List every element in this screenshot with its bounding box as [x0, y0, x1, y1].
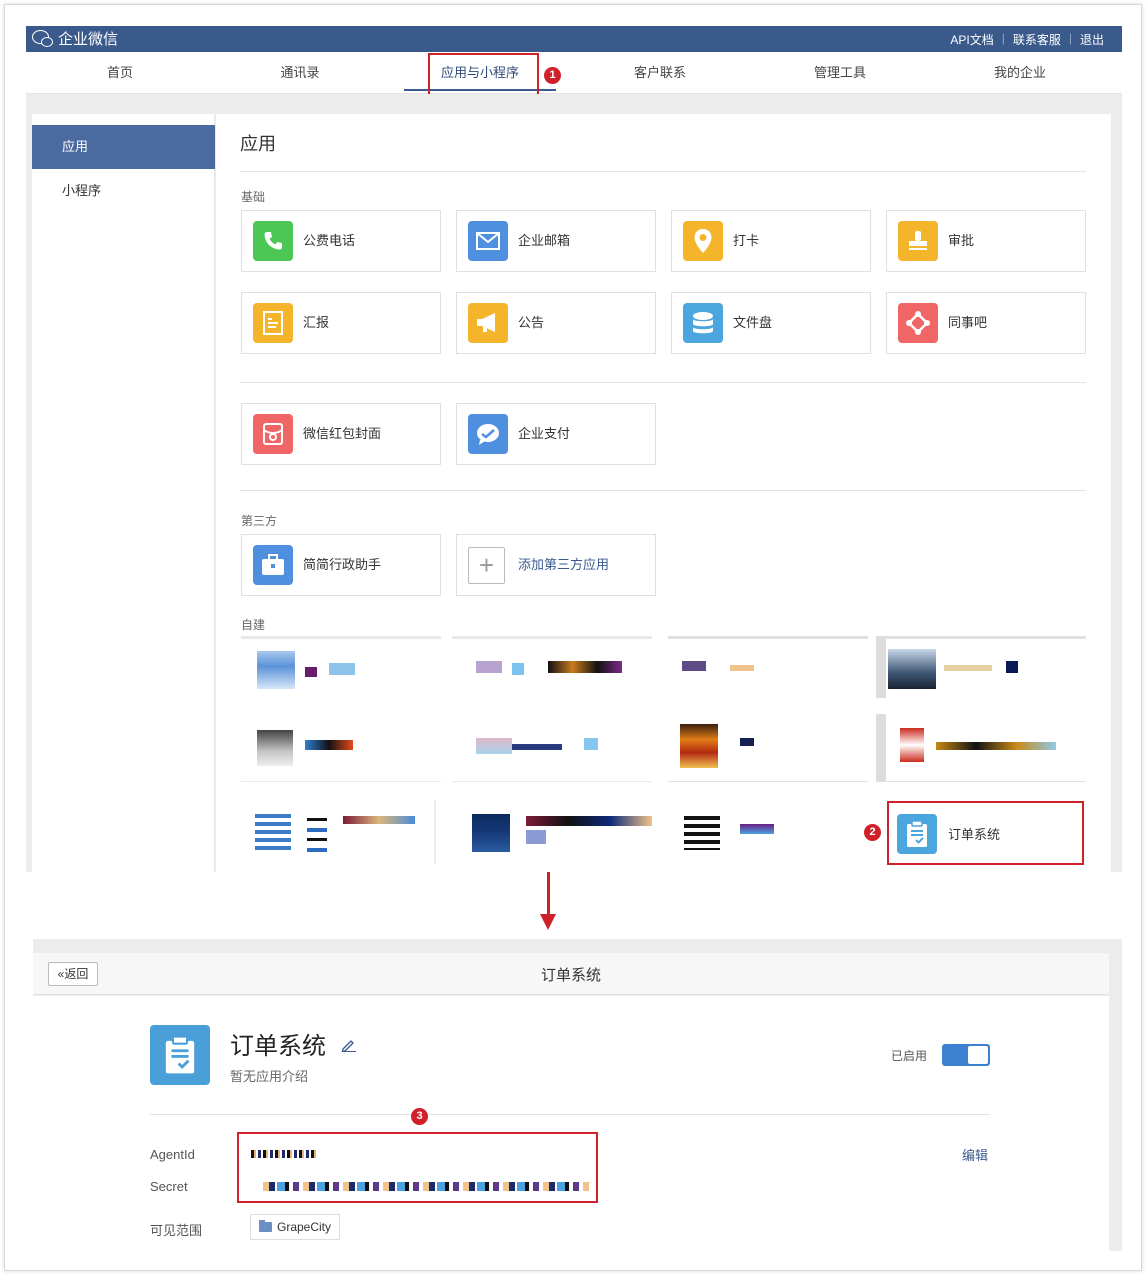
- app-card-phone[interactable]: 公费电话: [241, 210, 441, 272]
- red-packet-icon: [253, 414, 293, 454]
- nav-contacts[interactable]: 通讯录: [210, 52, 390, 94]
- detail-body: 订单系统 暂无应用介绍 已启用 AgentId Secret 编辑 可见范围 G…: [33, 996, 1109, 1251]
- app-label: 微信红包封面: [303, 426, 382, 441]
- logout-link[interactable]: 退出: [1072, 31, 1112, 48]
- blurred-app-card[interactable]: [241, 800, 441, 864]
- briefcase-icon: [253, 545, 293, 585]
- divider: [240, 382, 1086, 383]
- app-label: 同事吧: [948, 315, 988, 330]
- app-card-colleague-bar[interactable]: 同事吧: [886, 292, 1086, 354]
- arrow-down-icon: [547, 872, 550, 918]
- megaphone-icon: [468, 303, 508, 343]
- app-label: 企业支付: [518, 426, 571, 441]
- step-badge-1: 1: [544, 67, 561, 84]
- app-label: 汇报: [303, 315, 330, 330]
- plus-icon: +: [468, 547, 505, 584]
- app-card-admin-assistant[interactable]: 简简行政助手: [241, 534, 441, 596]
- app-card-report[interactable]: 汇报: [241, 292, 441, 354]
- app-card-red-packet[interactable]: 微信红包封面: [241, 403, 441, 465]
- wework-logo-icon: [32, 29, 54, 49]
- sidebar-item-apps[interactable]: 应用: [32, 125, 215, 169]
- app-label: 打卡: [733, 233, 760, 248]
- page-title: 应用: [240, 134, 276, 154]
- apps-content: 应用 基础 公费电话 企业邮箱 打卡 审批 汇报 公告 文件盘 同事吧 微信红包…: [216, 114, 1111, 872]
- app-card-checkin[interactable]: 打卡: [671, 210, 871, 272]
- app-label: 添加第三方应用: [518, 557, 610, 572]
- database-icon: [683, 303, 723, 343]
- divider: [240, 171, 1086, 172]
- blurred-app-card[interactable]: [668, 800, 868, 864]
- blurred-app-card[interactable]: [876, 714, 1086, 782]
- blurred-app-card[interactable]: [241, 636, 441, 698]
- detail-header-title: 订单系统: [540, 967, 601, 984]
- app-card-approval[interactable]: 审批: [886, 210, 1086, 272]
- blurred-app-card[interactable]: [452, 714, 652, 782]
- top-links: API文档 | 联系客服 | 退出: [942, 31, 1112, 48]
- highlight-box-order-system: [887, 801, 1084, 865]
- app-label: 企业邮箱: [518, 233, 571, 248]
- app-label: 公费电话: [303, 233, 356, 248]
- clipboard-icon: [150, 1025, 210, 1085]
- section-third-party-label: 第三方: [241, 514, 278, 528]
- blurred-app-card[interactable]: [668, 636, 868, 698]
- app-card-mail[interactable]: 企业邮箱: [456, 210, 656, 272]
- location-pin-icon: [683, 221, 723, 261]
- app-card-notice[interactable]: 公告: [456, 292, 656, 354]
- phone-icon: [253, 221, 293, 261]
- scope-label: 可见范围: [150, 1223, 203, 1238]
- app-name: 订单系统: [230, 1033, 326, 1060]
- toggle-knob: [968, 1046, 988, 1064]
- app-card-payment[interactable]: 企业支付: [456, 403, 656, 465]
- scope-value: GrapeCity: [277, 1220, 332, 1234]
- nav-tools[interactable]: 管理工具: [750, 52, 930, 94]
- section-basic-label: 基础: [241, 190, 266, 204]
- app-label: 公告: [518, 315, 545, 330]
- step-badge-2: 2: [864, 824, 881, 841]
- brand-name: 企业微信: [58, 31, 119, 48]
- status-label: 已启用: [891, 1049, 928, 1063]
- add-third-party-app-button[interactable]: + 添加第三方应用: [456, 534, 656, 596]
- mail-icon: [468, 221, 508, 261]
- app-label: 审批: [948, 233, 975, 248]
- nav-customer[interactable]: 客户联系: [570, 52, 750, 94]
- blurred-app-card[interactable]: [876, 636, 1086, 698]
- stamp-icon: [898, 221, 938, 261]
- section-custom-label: 自建: [241, 618, 266, 632]
- sidebar: 应用 小程序: [32, 114, 215, 872]
- scope-tag[interactable]: GrapeCity: [250, 1214, 341, 1240]
- nav-my-company[interactable]: 我的企业: [930, 52, 1110, 94]
- blurred-app-card[interactable]: [452, 636, 652, 698]
- report-icon: [253, 303, 293, 343]
- highlight-box-credentials: [237, 1132, 598, 1203]
- sidebar-item-mini-programs[interactable]: 小程序: [32, 169, 215, 213]
- divider: [150, 1114, 990, 1115]
- main-nav: 首页 通讯录 应用与小程序 客户联系 管理工具 我的企业: [26, 52, 1122, 94]
- enable-toggle[interactable]: [942, 1044, 990, 1066]
- contact-support-link[interactable]: 联系客服: [1005, 31, 1069, 48]
- app-label: 文件盘: [733, 315, 773, 330]
- brand: 企业微信: [32, 28, 118, 49]
- secret-label: Secret: [150, 1179, 188, 1194]
- highlight-box-nav: [428, 53, 539, 98]
- arrow-head-icon: [540, 914, 556, 930]
- detail-header: «返回 订单系统: [33, 953, 1109, 995]
- api-docs-link[interactable]: API文档: [942, 31, 1001, 48]
- folder-icon: [259, 1220, 272, 1232]
- top-bar: 企业微信 API文档 | 联系客服 | 退出: [26, 26, 1122, 52]
- app-label: 简简行政助手: [303, 557, 382, 572]
- blurred-app-card[interactable]: [434, 800, 652, 864]
- edit-pencil-icon[interactable]: [341, 1038, 357, 1057]
- share-network-icon: [898, 303, 938, 343]
- blurred-app-card[interactable]: [668, 714, 868, 782]
- payment-icon: [468, 414, 508, 454]
- app-description: 暂无应用介绍: [230, 1069, 309, 1084]
- divider: [240, 490, 1086, 491]
- app-card-disk[interactable]: 文件盘: [671, 292, 871, 354]
- agent-id-label: AgentId: [150, 1147, 195, 1162]
- step-badge-3: 3: [411, 1108, 428, 1125]
- blurred-app-card[interactable]: [241, 714, 441, 782]
- edit-link[interactable]: 编辑: [962, 1145, 988, 1164]
- nav-home[interactable]: 首页: [30, 52, 210, 94]
